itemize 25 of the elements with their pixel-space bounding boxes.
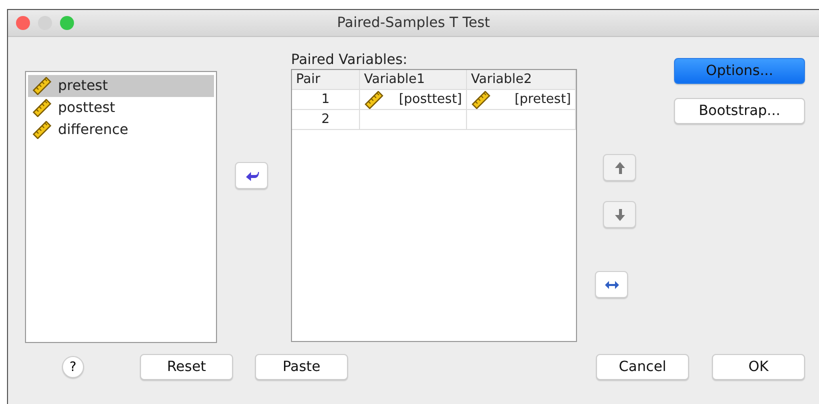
cancel-button[interactable]: Cancel (596, 354, 689, 380)
table-cell: 2 (292, 110, 360, 129)
variable-name: [posttest] (398, 91, 462, 109)
column-header: Pair (292, 70, 360, 89)
paste-button[interactable]: Paste (255, 354, 348, 380)
column-header: Variable2 (467, 70, 576, 89)
variable-item[interactable]: difference (28, 119, 214, 141)
options-button[interactable]: Options... (674, 58, 805, 84)
swap-button[interactable] (595, 271, 628, 298)
variable-name: [pretest] (514, 91, 571, 109)
variable-name: pretest (58, 78, 108, 94)
reset-button[interactable]: Reset (140, 354, 233, 380)
column-header: Variable1 (360, 70, 467, 89)
bootstrap-button[interactable]: Bootstrap... (674, 98, 805, 124)
window-title: Paired-Samples T Test (336, 15, 490, 31)
variable-name: posttest (58, 100, 116, 116)
table-cell: 1 (292, 90, 360, 109)
variable-item[interactable]: pretest (28, 75, 214, 97)
variable-name: difference (58, 122, 128, 138)
variable-item[interactable]: posttest (28, 97, 214, 119)
paired-variables-label: Paired Variables: (291, 52, 408, 69)
close-button[interactable] (16, 16, 30, 30)
move-button[interactable] (235, 162, 268, 189)
ok-button[interactable]: OK (712, 354, 805, 380)
help-button[interactable]: ? (62, 356, 84, 378)
